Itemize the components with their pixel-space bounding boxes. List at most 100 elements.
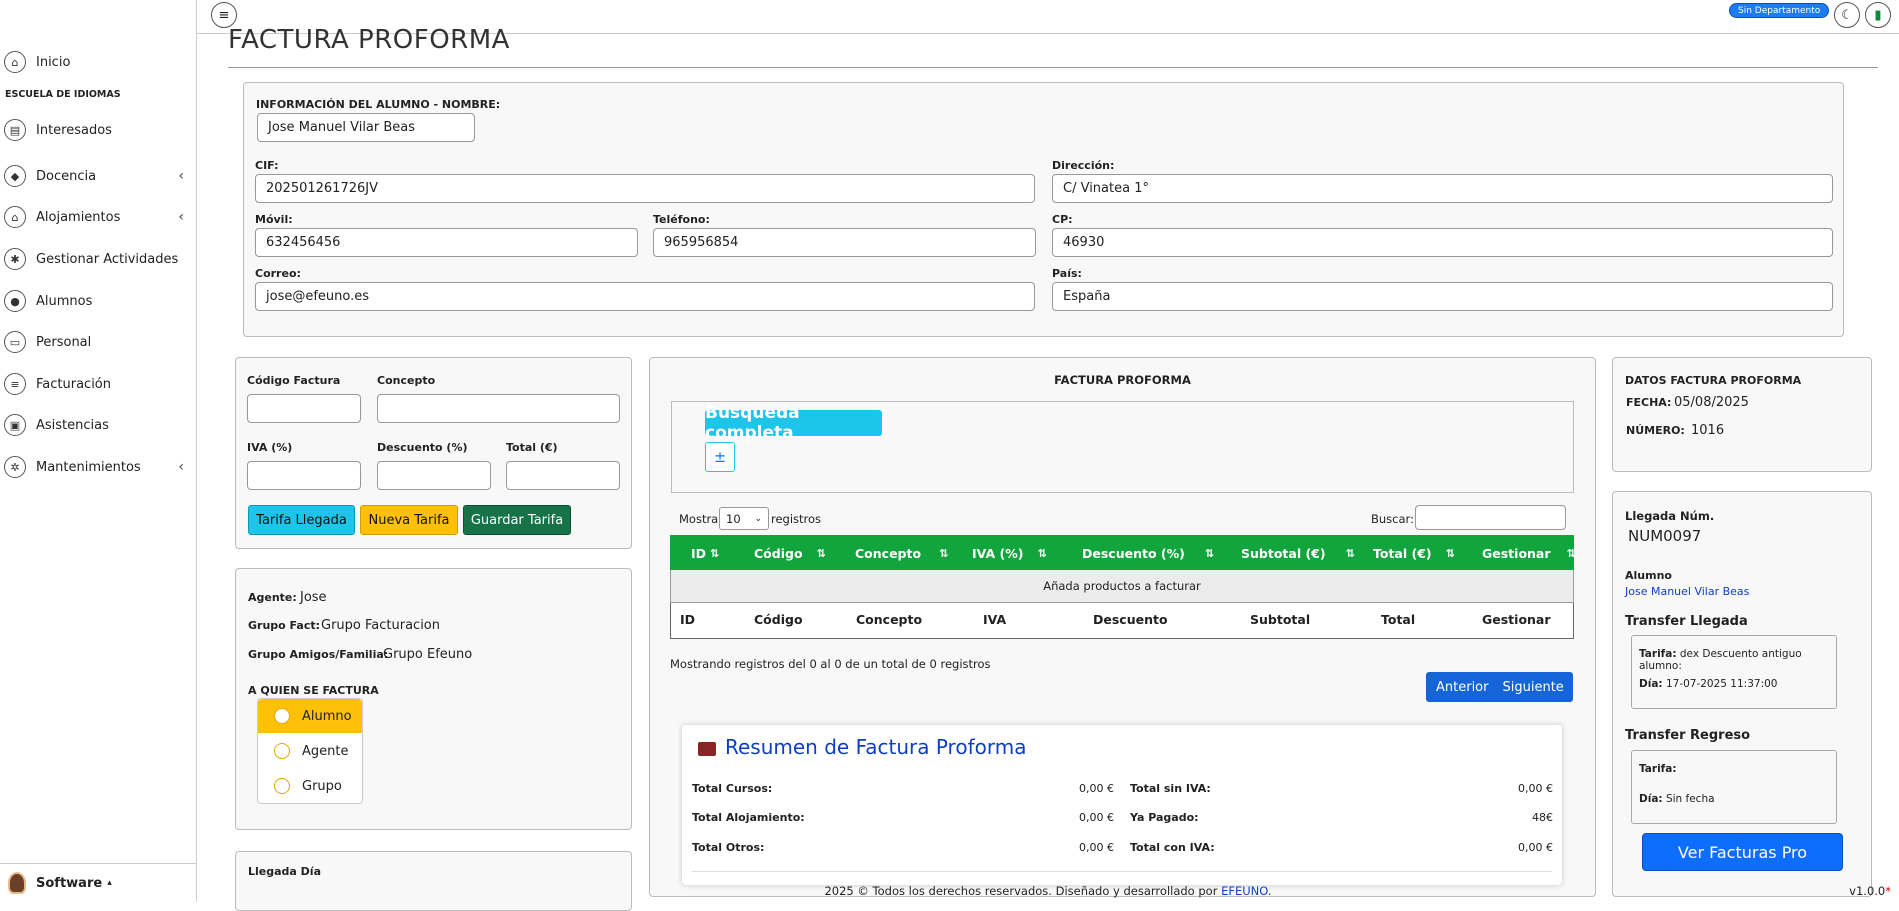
tl-tarifa-line: Tarifa: dex Descuento antiguo alumno: [1639,648,1836,672]
page-size-select[interactable]: 10 ⌄ [719,507,769,530]
footer-link[interactable]: EFEUNO. [1221,884,1271,898]
radio-label: Grupo [302,778,342,794]
sort-icon: ⇅ [1445,546,1455,560]
telefono-field[interactable]: 965956854 [653,228,1036,257]
correo-field[interactable]: jose@efeuno.es [255,282,1035,311]
pais-field[interactable]: España [1052,282,1833,311]
sidebar-item-alojamientos[interactable]: ⌂ Alojamientos ‹ [0,203,196,231]
footer-text: 2025 © Todos los derechos reservados. Di… [824,884,1222,898]
pais-label: País: [1052,267,1082,280]
version-text: v1.0.0 [1849,884,1886,898]
pagination-previous[interactable]: Anterior [1436,680,1488,695]
sidebar-item-mantenimientos[interactable]: ✲ Mantenimientos ‹ [0,453,196,481]
cp-label: CP: [1052,213,1073,226]
cif-field[interactable]: 202501261726JV [255,174,1035,203]
column-header-gestionar[interactable]: Gestionar ⇅ [1482,543,1576,563]
expand-search-button[interactable]: ± [705,442,735,472]
sidebar-footer-label: Software [36,875,103,891]
codigo-factura-field[interactable] [247,394,361,423]
guardar-tarifa-button[interactable]: Guardar Tarifa [463,505,571,535]
summary-divider [692,871,1552,872]
cp-field[interactable]: 46930 [1052,228,1833,257]
column-header-id[interactable]: ID ⇅ [691,543,719,563]
direccion-field[interactable]: C/ Vinatea 1° [1052,174,1833,203]
llegada-num-value: NUM0097 [1628,527,1702,545]
pagination: Anterior Siguiente [1426,672,1573,702]
codigo-factura-label: Código Factura [247,374,341,387]
iva-field[interactable] [247,461,361,490]
sidebar-item-docencia[interactable]: ◆ Docencia ‹ [0,162,196,190]
radio-circle-icon [274,708,290,724]
cif-label: CIF: [255,159,279,172]
fecha-value: 05/08/2025 [1674,395,1749,410]
sidebar-user-menu[interactable]: Software ▴ [0,863,196,902]
radio-alumno[interactable]: Alumno [258,699,362,733]
department-badge[interactable]: Sin Departamento [1729,3,1830,18]
factura-a-label: A QUIEN SE FACTURA [248,684,379,697]
nueva-tarifa-button[interactable]: Nueva Tarifa [360,505,458,535]
total-con-iva-value: 0,00 € [1518,841,1553,854]
chevron-left-icon: ‹ [178,459,184,475]
sort-icon: ⇅ [816,546,826,560]
sidebar-item-inicio[interactable]: ⌂ Inicio [0,48,196,76]
movil-field[interactable]: 632456456 [255,228,638,257]
sidebar-item-alumnos[interactable]: ● Alumnos [0,287,196,315]
footer-col-subtotal: Subtotal [1250,612,1311,627]
briefcase-icon [698,742,716,756]
sidebar-item-facturacion[interactable]: ≡ Facturación [0,370,196,398]
radio-agente[interactable]: Agente [258,734,362,768]
total-label: Total (€) [506,441,558,454]
student-info-card: INFORMACIÓN DEL ALUMNO - NOMBRE: Jose Ma… [243,82,1844,337]
avatar [8,872,26,894]
column-header-label: Gestionar [1482,545,1551,561]
tarifa-llegada-button[interactable]: Tarifa Llegada [248,505,355,535]
sidebar-item-label: Facturación [36,376,111,392]
radio-circle-icon [274,778,290,794]
graduation-cap-icon: ◆ [4,165,26,187]
exit-button[interactable]: ▮ [1865,2,1891,28]
student-name-field[interactable]: Jose Manuel Vilar Beas [257,113,475,142]
concepto-field[interactable] [377,394,620,423]
busqueda-completa-toggle[interactable]: Busqueda completa [705,403,882,443]
pagination-next[interactable]: Siguiente [1502,680,1563,695]
table-info: Mostrando registros del 0 al 0 de un tot… [670,657,991,671]
theme-toggle-button[interactable]: ☾ [1834,2,1860,28]
column-header-concepto[interactable]: Concepto ⇅ [855,543,948,563]
table-search-input[interactable] [1415,505,1566,530]
student-name-label: INFORMACIÓN DEL ALUMNO - NOMBRE: [256,98,501,111]
concepto-label: Concepto [377,374,436,387]
summary-title: Resumen de Factura Proforma [725,735,1027,759]
column-header-codigo[interactable]: Código ⇅ [754,543,826,563]
alumno-link[interactable]: Jose Manuel Vilar Beas [1625,585,1749,598]
sidebar-item-interesados[interactable]: ▤ Interesados [0,116,196,144]
column-header-label: Subtotal (€) [1241,545,1326,561]
version-label: v1.0.0* [1849,884,1891,898]
grupo-amigos-label: Grupo Amigos/Familia: [248,648,389,661]
sidebar-item-asistencias[interactable]: ▣ Asistencias [0,411,196,439]
tl-dia-label: Día: [1639,678,1663,690]
datos-factura-card: DATOS FACTURA PROFORMA FECHA: 05/08/2025… [1612,357,1872,472]
column-header-label: ID [691,545,707,561]
sidebar-item-personal[interactable]: ▭ Personal [0,328,196,356]
column-header-iva[interactable]: IVA (%) ⇅ [972,543,1047,563]
ver-facturas-button[interactable]: Ver Facturas Pro [1642,833,1843,871]
column-header-descuento[interactable]: Descuento (%) ⇅ [1082,543,1214,563]
footer-col-gestionar: Gestionar [1482,612,1551,627]
tl-dia-value: 17-07-2025 11:37:00 [1665,678,1778,690]
column-header-total[interactable]: Total (€) ⇅ [1373,543,1455,563]
page-title: FACTURA PROFORMA [228,25,510,54]
gear-icon: ✲ [4,456,26,478]
total-field[interactable] [506,461,620,490]
receipt-icon: ≡ [4,373,26,395]
sidebar-item-label: Alojamientos [36,209,121,225]
column-header-subtotal[interactable]: Subtotal (€) ⇅ [1241,543,1355,563]
radio-grupo[interactable]: Grupo [258,769,362,803]
transfer-regreso-heading: Transfer Regreso [1625,728,1751,743]
tarifa-card: Código Factura Concepto IVA (%) Descuent… [235,357,632,549]
sidebar-item-actividades[interactable]: ✱ Gestionar Actividades [0,245,196,273]
descuento-field[interactable] [377,461,491,490]
grupo-fact-label: Grupo Fact: [248,619,321,632]
column-header-label: Total (€) [1373,545,1432,561]
moon-icon: ☾ [1841,7,1853,23]
transfer-llegada-heading: Transfer Llegada [1625,614,1748,629]
